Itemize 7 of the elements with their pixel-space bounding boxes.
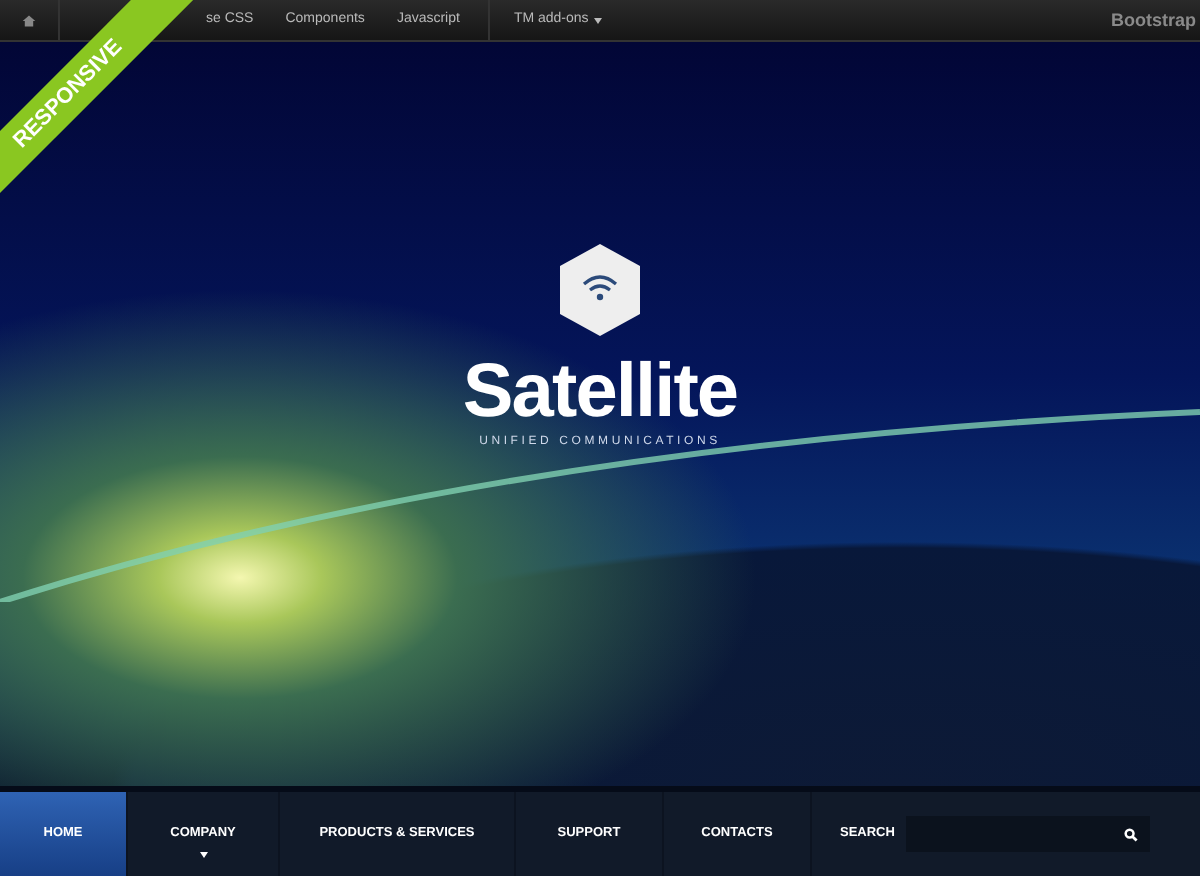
search-icon[interactable] — [1124, 827, 1139, 841]
home-icon[interactable] — [22, 13, 36, 27]
search-field[interactable] — [906, 816, 1151, 852]
wifi-hexagon-icon — [556, 242, 644, 338]
brand-name[interactable]: Bootstrap — [1111, 8, 1196, 35]
logo-title: Satellite — [462, 354, 738, 430]
caret-icon — [594, 17, 603, 23]
